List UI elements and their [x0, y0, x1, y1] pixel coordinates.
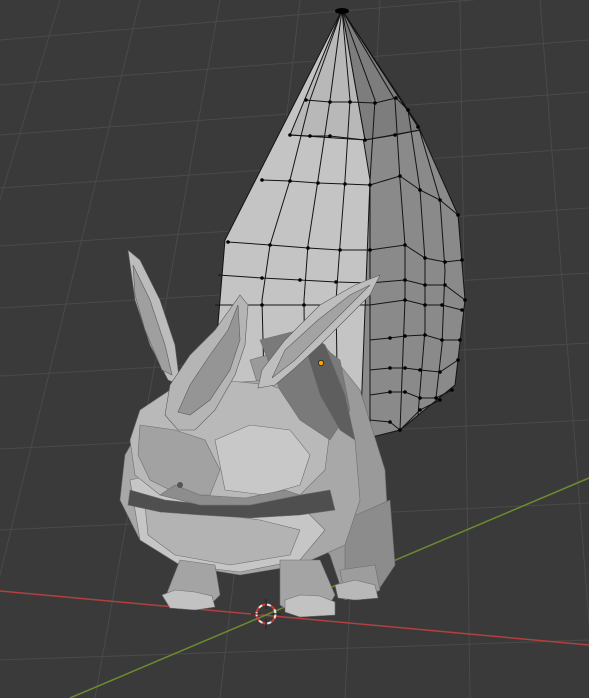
mesh-vertex[interactable]	[423, 333, 427, 337]
mesh-vertex[interactable]	[443, 260, 447, 264]
mesh-vertex[interactable]	[416, 125, 420, 129]
mesh-vertex[interactable]	[463, 298, 467, 302]
viewport-scene[interactable]	[0, 0, 589, 698]
mesh-vertex[interactable]	[406, 108, 410, 112]
mesh-vertex[interactable]	[328, 134, 332, 138]
mesh-vertex[interactable]	[308, 134, 312, 138]
mesh-vertex[interactable]	[338, 248, 342, 252]
mesh-vertex[interactable]	[450, 388, 454, 392]
mesh-vertex[interactable]	[460, 308, 464, 312]
mesh-vertex[interactable]	[398, 174, 402, 178]
mesh-vertex[interactable]	[443, 283, 447, 287]
tail-tip-vertex-cluster[interactable]	[335, 8, 349, 14]
mesh-vertex[interactable]	[440, 338, 444, 342]
mesh-vertex[interactable]	[393, 133, 397, 137]
mesh-vertex[interactable]	[418, 368, 422, 372]
mesh-vertex[interactable]	[418, 408, 422, 412]
mesh-vertex[interactable]	[306, 246, 310, 250]
mesh-vertex[interactable]	[418, 396, 422, 400]
mesh-vertex[interactable]	[456, 213, 460, 217]
mesh-vertex[interactable]	[348, 100, 352, 104]
mesh-vertex[interactable]	[373, 101, 377, 105]
mesh-vertex[interactable]	[388, 390, 392, 394]
mesh-vertex[interactable]	[403, 278, 407, 282]
3d-cursor-icon[interactable]	[251, 599, 281, 629]
mesh-vertex[interactable]	[403, 243, 407, 247]
mesh-vertex[interactable]	[403, 298, 407, 302]
mesh-vertex[interactable]	[328, 100, 332, 104]
mesh-vertex[interactable]	[302, 303, 306, 307]
mesh-vertex[interactable]	[438, 398, 442, 402]
mesh-vertex[interactable]	[334, 280, 338, 284]
mesh-vertex[interactable]	[260, 178, 264, 182]
mesh-vertex[interactable]	[388, 366, 392, 370]
mesh-vertex[interactable]	[298, 278, 302, 282]
mesh-vertex[interactable]	[288, 179, 292, 183]
mesh-vertex[interactable]	[226, 240, 230, 244]
mesh-vertex[interactable]	[438, 198, 442, 202]
mesh-vertex[interactable]	[403, 390, 407, 394]
eye-icon	[177, 482, 183, 488]
mesh-vertex[interactable]	[268, 243, 272, 247]
mesh-vertex[interactable]	[368, 183, 372, 187]
mesh-vertex[interactable]	[440, 303, 444, 307]
mesh-vertex[interactable]	[418, 188, 422, 192]
mesh-vertex[interactable]	[260, 276, 264, 280]
mesh-vertex[interactable]	[343, 182, 347, 186]
mesh-vertex[interactable]	[388, 420, 392, 424]
mesh-vertex[interactable]	[388, 336, 392, 340]
mesh-vertex[interactable]	[316, 181, 320, 185]
mesh-vertex[interactable]	[423, 283, 427, 287]
mesh-vertex[interactable]	[368, 248, 372, 252]
mesh-vertex[interactable]	[438, 370, 442, 374]
mesh-vertex[interactable]	[423, 256, 427, 260]
mesh-vertex[interactable]	[458, 338, 462, 342]
active-vertex-marker[interactable]	[318, 360, 324, 366]
mesh-vertex[interactable]	[363, 138, 367, 142]
mesh-vertex[interactable]	[398, 428, 402, 432]
mesh-vertex[interactable]	[288, 133, 292, 137]
mesh-vertex[interactable]	[394, 96, 398, 100]
mesh-vertex[interactable]	[403, 366, 407, 370]
mesh-vertex[interactable]	[460, 258, 464, 262]
3d-viewport[interactable]	[0, 0, 589, 698]
mesh-vertex[interactable]	[434, 396, 438, 400]
mesh-vertex[interactable]	[456, 358, 460, 362]
mesh-vertex[interactable]	[403, 334, 407, 338]
mesh-vertex[interactable]	[423, 303, 427, 307]
mesh-vertex[interactable]	[260, 303, 264, 307]
mesh-vertex[interactable]	[304, 98, 308, 102]
